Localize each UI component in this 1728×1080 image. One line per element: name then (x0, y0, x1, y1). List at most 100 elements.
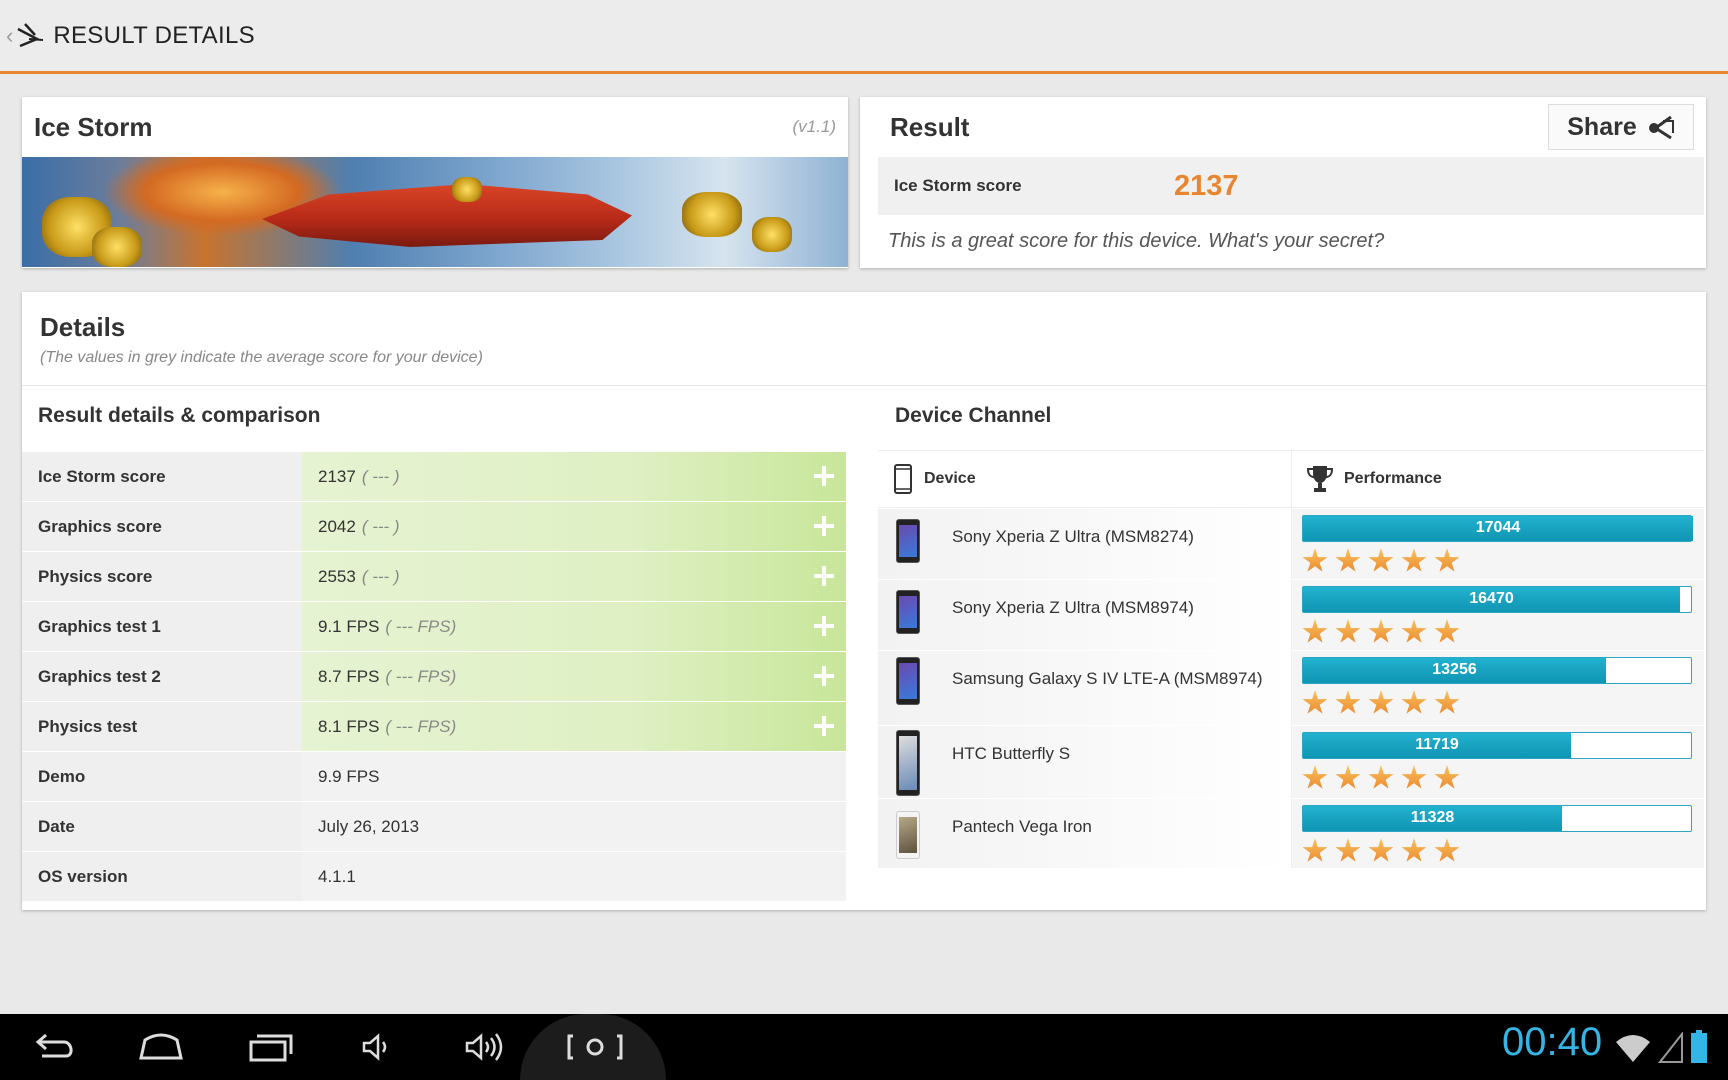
nav-back-button[interactable] (24, 1026, 84, 1068)
plus-icon[interactable] (812, 714, 836, 738)
result-row-value: 9.9 FPS (318, 766, 380, 786)
performance-bar: 13256 (1302, 657, 1692, 684)
share-label: Share (1567, 112, 1637, 141)
share-icon (1648, 115, 1674, 140)
chevron-left-icon: ‹ (6, 22, 14, 48)
result-row[interactable]: Ice Storm score 2137( --- ) (22, 451, 846, 501)
result-row-value: 9.1 FPS (318, 616, 380, 636)
star-icon (1335, 690, 1361, 714)
result-row-average: ( --- ) (361, 566, 400, 586)
result-row-label: Ice Storm score (22, 452, 302, 501)
device-thumbnail (896, 657, 920, 705)
device-thumbnail (896, 730, 920, 796)
rating-stars (1302, 619, 1694, 645)
battery-icon (1691, 1030, 1707, 1063)
star-icon (1302, 548, 1328, 572)
result-row-value-cell: 4.1.1 (302, 852, 846, 901)
result-row-value-cell: 8.1 FPS( --- FPS) (302, 702, 846, 751)
result-row-average: ( --- FPS) (385, 616, 457, 636)
plus-icon[interactable] (812, 514, 836, 538)
score-row: Ice Storm score 2137 (878, 157, 1704, 215)
plus-icon[interactable] (812, 664, 836, 688)
result-row: Demo 9.9 FPS (22, 751, 846, 801)
result-row-label: Demo (22, 752, 302, 801)
back-button[interactable]: ‹ (0, 0, 45, 71)
device-row[interactable]: Samsung Galaxy S IV LTE-A (MSM8974) 13256 (878, 650, 1704, 725)
star-icon (1302, 765, 1328, 789)
device-name: Sony Xperia Z Ultra (MSM8274) (952, 527, 1194, 546)
volume-down-button[interactable] (346, 1026, 406, 1068)
benchmark-name: Ice Storm (34, 111, 153, 142)
result-row-label: Physics test (22, 702, 302, 751)
signal-icon (1658, 1032, 1683, 1063)
device-column-header: Device (924, 470, 976, 487)
result-row-value-cell: 2553( --- ) (302, 552, 846, 601)
rating-stars (1302, 838, 1694, 864)
star-icon (1368, 619, 1394, 643)
result-row: Date July 26, 2013 (22, 801, 846, 851)
score-label: Ice Storm score (894, 176, 1022, 195)
result-row-average: ( --- ) (361, 516, 400, 536)
star-icon (1368, 548, 1394, 572)
rating-stars (1302, 548, 1694, 574)
result-row[interactable]: Graphics test 2 8.7 FPS( --- FPS) (22, 651, 846, 701)
star-icon (1401, 690, 1427, 714)
result-row-label: Graphics test 1 (22, 602, 302, 651)
nav-recents-button[interactable] (241, 1026, 301, 1068)
volume-up-icon (465, 1033, 503, 1061)
result-row-average: ( --- ) (361, 466, 400, 486)
share-button[interactable]: Share (1548, 104, 1694, 150)
star-icon (1401, 548, 1427, 572)
details-title: Details (40, 312, 126, 342)
result-message: This is a great score for this device. W… (888, 230, 1385, 252)
performance-column-header: Performance (1344, 470, 1442, 487)
result-row-value: 4.1.1 (318, 866, 356, 886)
performance-score: 17044 (1475, 519, 1521, 536)
result-title: Result (890, 111, 970, 142)
phone-icon (894, 464, 912, 494)
result-row-label: OS version (22, 852, 302, 901)
back-arrow-icon (35, 1033, 73, 1058)
details-subtitle: (The values in grey indicate the average… (40, 349, 483, 366)
performance-score: 11328 (1410, 809, 1455, 826)
result-row-value-cell: 2137( --- ) (302, 452, 846, 501)
plus-icon[interactable] (812, 614, 836, 638)
device-row[interactable]: HTC Butterfly S 11719 (878, 725, 1704, 798)
result-row-label: Graphics score (22, 502, 302, 551)
device-thumbnail (896, 519, 920, 563)
page-title: RESULT DETAILS (53, 21, 255, 49)
performance-score: 13256 (1432, 661, 1477, 678)
result-row[interactable]: Graphics test 1 9.1 FPS( --- FPS) (22, 601, 846, 651)
plus-icon[interactable] (812, 564, 836, 588)
device-row[interactable]: Sony Xperia Z Ultra (MSM8274) 17044 (878, 508, 1704, 579)
star-icon (1401, 765, 1427, 789)
plus-icon[interactable] (812, 464, 836, 488)
result-row[interactable]: Graphics score 2042( --- ) (22, 501, 846, 551)
screenshot-button[interactable] (565, 1026, 625, 1068)
device-channel-title: Device Channel (895, 404, 1052, 427)
device-row[interactable]: Sony Xperia Z Ultra (MSM8974) 16470 (878, 579, 1704, 650)
result-row-average: ( --- FPS) (385, 666, 457, 686)
home-icon (139, 1033, 183, 1060)
device-name: Sony Xperia Z Ultra (MSM8974) (952, 598, 1194, 617)
result-row-value: 8.1 FPS (318, 716, 380, 736)
status-icons (1614, 1030, 1708, 1064)
result-row[interactable]: Physics test 8.1 FPS( --- FPS) (22, 701, 846, 751)
result-row-value-cell: 2042( --- ) (302, 502, 846, 551)
result-row[interactable]: Physics score 2553( --- ) (22, 551, 846, 601)
star-icon (1335, 838, 1361, 862)
star-icon (1368, 838, 1394, 862)
action-bar: ‹ RESULT DETAILS (0, 0, 1728, 74)
star-icon (1335, 765, 1361, 789)
device-name: Samsung Galaxy S IV LTE-A (MSM8974) (952, 669, 1263, 688)
device-thumbnail (896, 811, 920, 859)
star-icon (1434, 548, 1460, 572)
nav-home-button[interactable] (131, 1026, 191, 1068)
volume-up-button[interactable] (455, 1026, 515, 1068)
trophy-icon (1306, 466, 1334, 492)
result-row-value-cell: 9.1 FPS( --- FPS) (302, 602, 846, 651)
star-icon (1434, 619, 1460, 643)
device-row[interactable]: Pantech Vega Iron 11328 (878, 798, 1704, 868)
benchmark-version: (v1.1) (792, 117, 836, 136)
result-row-average: ( --- FPS) (385, 716, 457, 736)
